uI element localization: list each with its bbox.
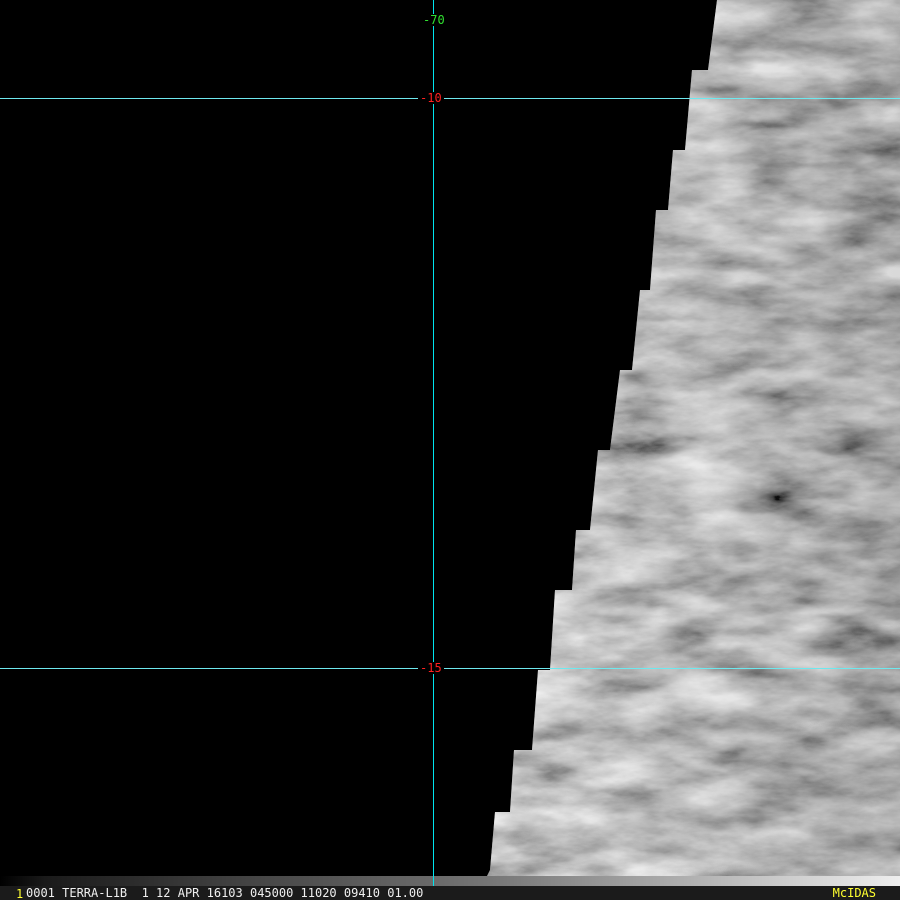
satellite-image-viewer: -70 -10 -15 1 0001 TERRA-L1B 1 12 APR 16… (0, 0, 900, 900)
longitude-label: -70 (421, 13, 447, 27)
status-bar: 1 0001 TERRA-L1B 1 12 APR 16103 045000 1… (0, 886, 900, 900)
cloud-imagery-swath (487, 0, 900, 876)
latitude-label: -10 (418, 91, 444, 105)
longitude-gridline (433, 876, 434, 886)
longitude-gridline (433, 0, 434, 886)
latitude-label: -15 (418, 661, 444, 675)
grayscale-colorbar (0, 876, 900, 886)
frame-number: 1 (16, 887, 24, 900)
latitude-gridline (0, 668, 900, 669)
mcidas-logo: McIDAS (832, 886, 876, 900)
latitude-gridline (0, 98, 900, 99)
image-metadata: 0001 TERRA-L1B 1 12 APR 16103 045000 110… (26, 886, 424, 900)
